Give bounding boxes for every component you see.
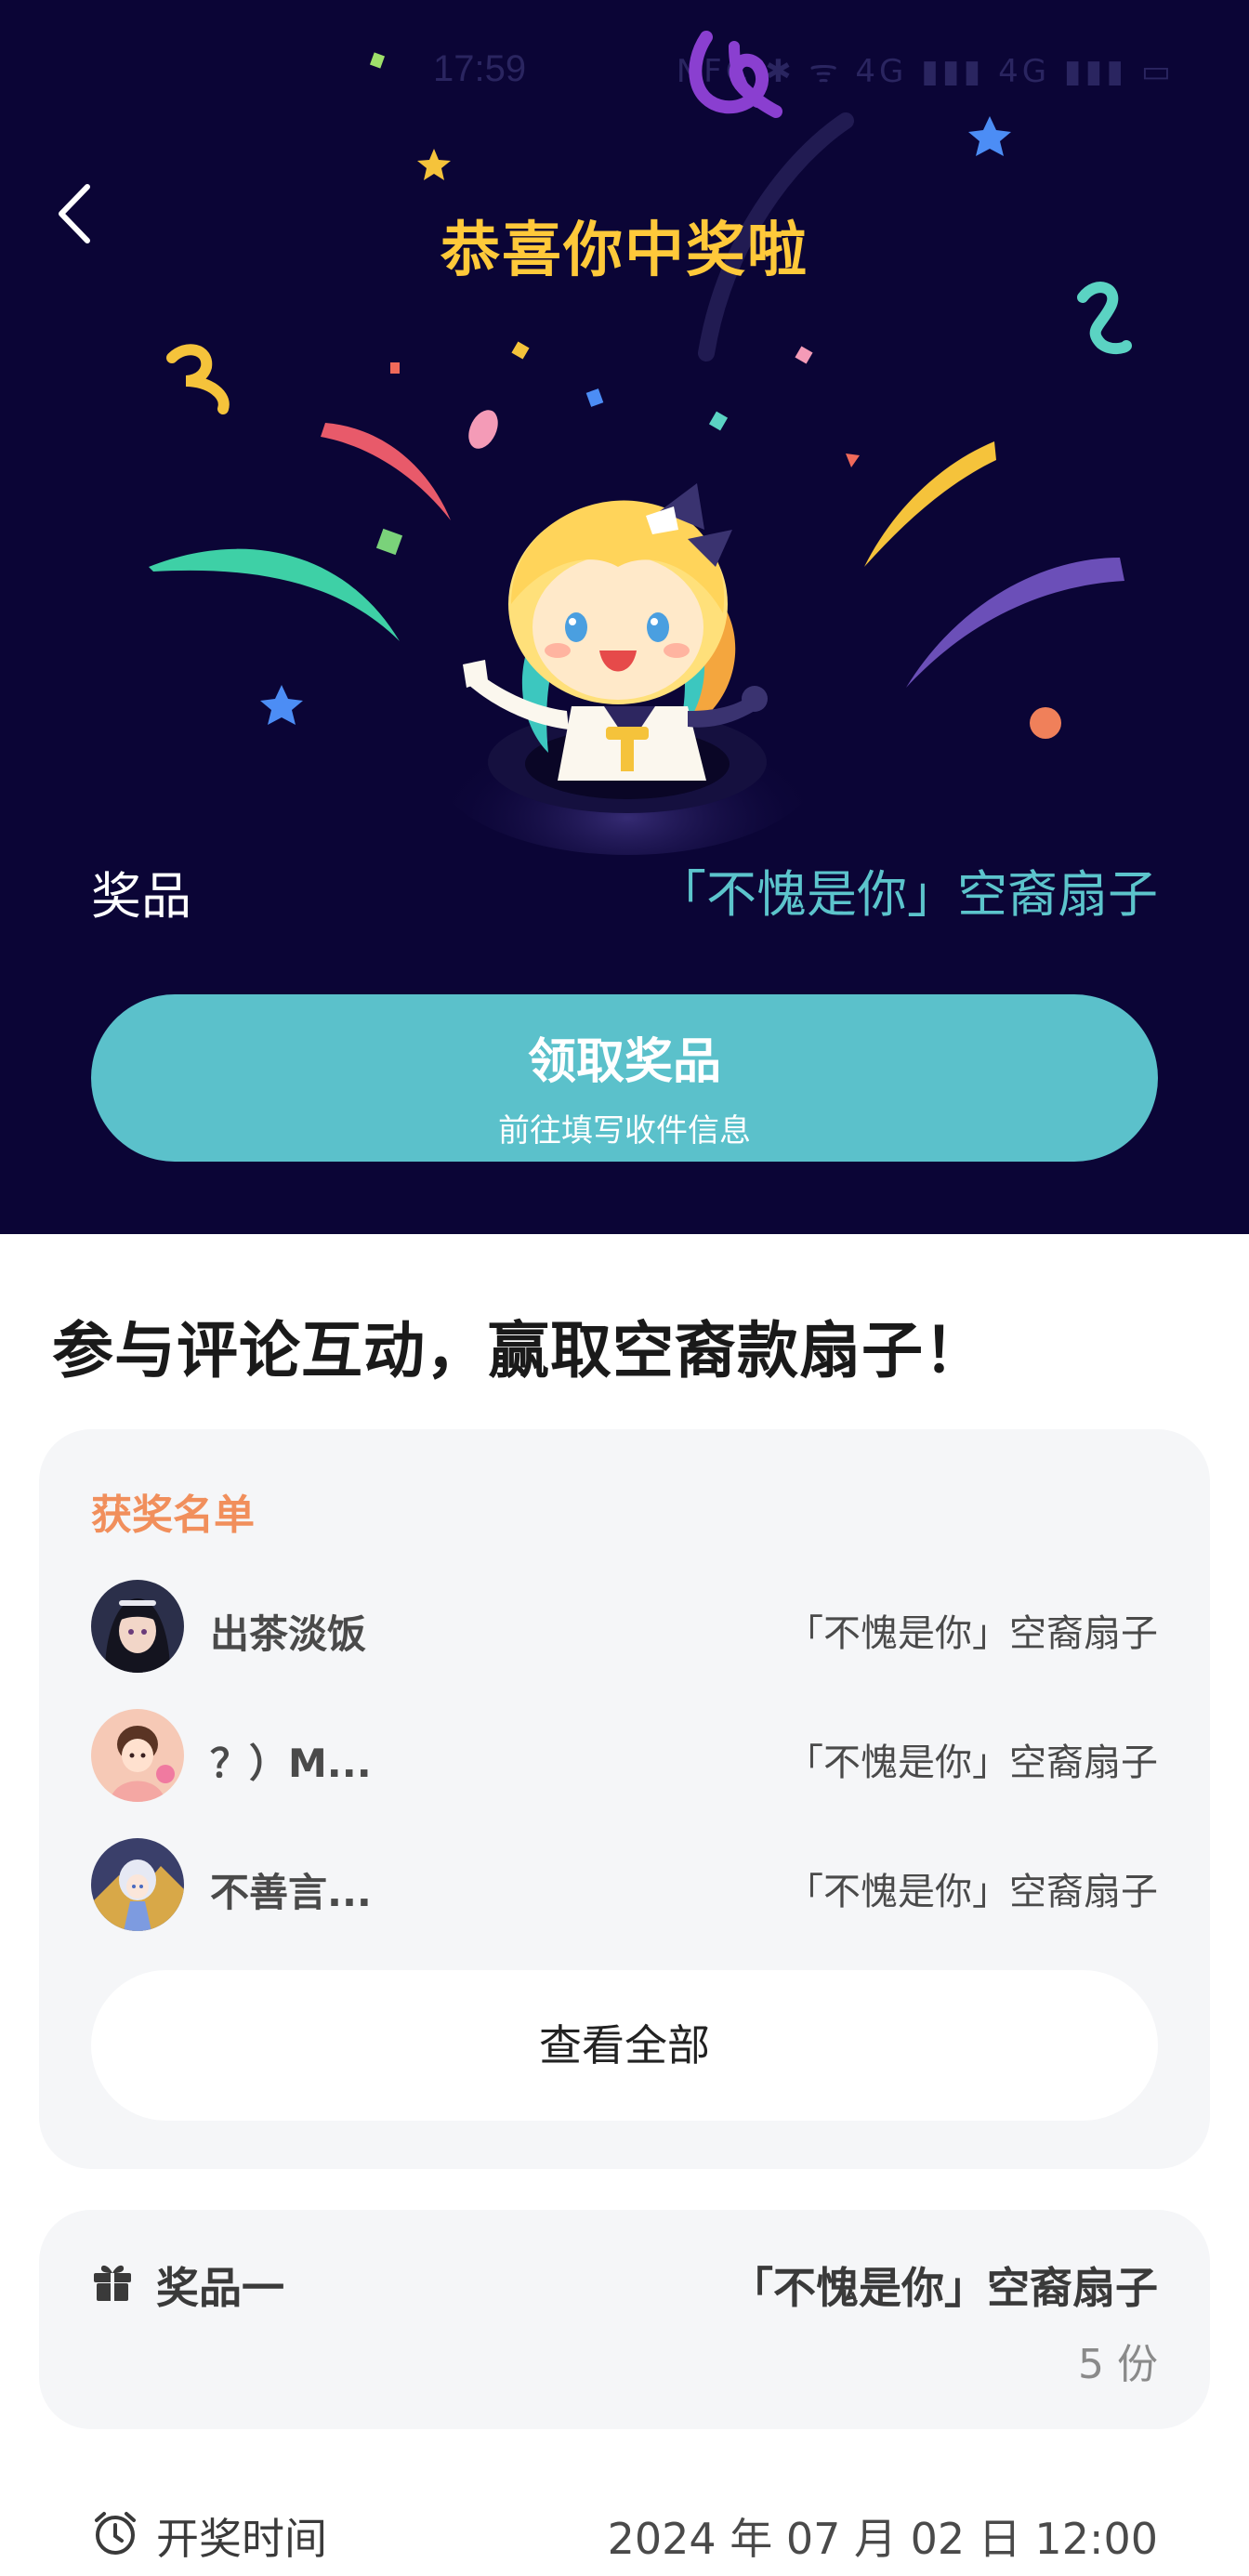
winner-prize: 「不愧是你」空裔扇子 xyxy=(786,1741,1158,1784)
prize-label: 奖品 xyxy=(91,867,191,926)
winner-name: 出茶淡饭 xyxy=(210,1611,367,1657)
avatar xyxy=(91,1709,184,1802)
mascot-illustration xyxy=(432,483,822,855)
prize-card-count: 5 份 xyxy=(1078,2341,1158,2388)
winner-prize: 「不愧是你」空裔扇子 xyxy=(786,1871,1158,1913)
avatar xyxy=(91,1580,184,1673)
gift-icon xyxy=(94,2265,131,2301)
draw-time-value: 2024 年 07 月 02 日 12:00 xyxy=(607,2514,1158,2564)
view-all-button[interactable]: 查看全部 xyxy=(91,1970,1158,2121)
activity-headline: 参与评论互动，赢取空裔款扇子！ xyxy=(52,1315,986,1387)
winner-prize: 「不愧是你」空裔扇子 xyxy=(786,1612,1158,1655)
prize-card-value: 「不愧是你」空裔扇子 xyxy=(730,2263,1158,2313)
avatar xyxy=(91,1838,184,1931)
winners-card: 获奖名单 出茶淡饭 「不愧是你」空裔扇子 ？）M... 「不愧是你」空裔扇子 不… xyxy=(39,1429,1210,2169)
winners-heading: 获奖名单 xyxy=(91,1492,255,1539)
draw-time-row: 开奖时间 2024 年 07 月 02 日 12:00 xyxy=(91,2500,1158,2565)
claim-prize-button[interactable]: 领取奖品 前往填写收件信息 xyxy=(91,994,1158,1162)
prize-card-label: 奖品一 xyxy=(156,2263,284,2313)
winner-row[interactable]: ？）M... 「不愧是你」空裔扇子 xyxy=(91,1709,1158,1802)
hero-title: 恭喜你中奖啦 xyxy=(440,217,809,285)
winner-row[interactable]: 出茶淡饭 「不愧是你」空裔扇子 xyxy=(91,1580,1158,1673)
claim-button-title: 领取奖品 xyxy=(527,1034,721,1090)
claim-button-subtitle: 前往填写收件信息 xyxy=(498,1112,751,1150)
winner-name: ？）M... xyxy=(210,1741,372,1786)
draw-time-label: 开奖时间 xyxy=(156,2514,327,2564)
prize-value: 「不愧是你」空裔扇子 xyxy=(656,865,1158,924)
hero-banner: 17:59 NFC ✱ ᯤ 4G ▮▮▮ 4G ▮▮▮ ▭ 恭喜你中奖啦 奖品 … xyxy=(0,0,1249,1234)
winner-name: 不善言... xyxy=(210,1870,372,1915)
alarm-clock-icon xyxy=(95,2512,136,2555)
prize-card: 奖品一 「不愧是你」空裔扇子 5 份 xyxy=(39,2210,1210,2429)
winner-row[interactable]: 不善言... 「不愧是你」空裔扇子 xyxy=(91,1838,1158,1931)
